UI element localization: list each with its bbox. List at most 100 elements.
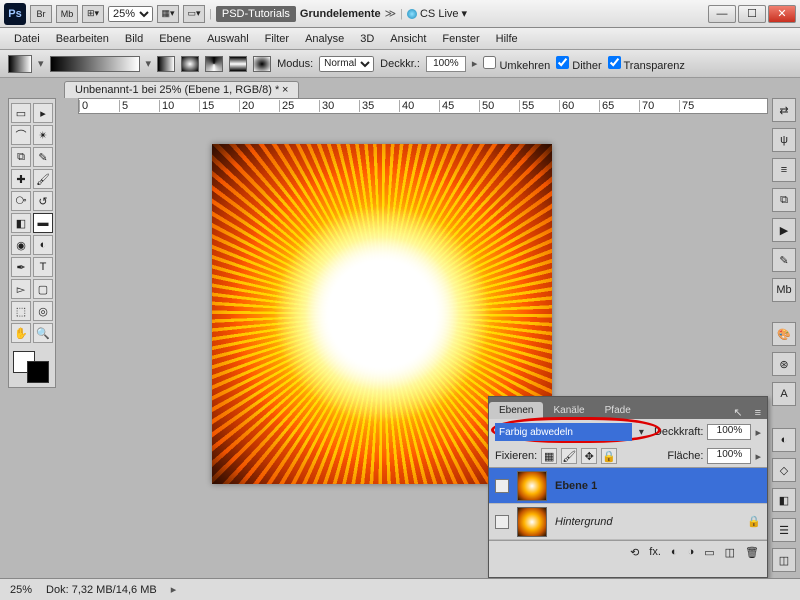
blendmode-select[interactable]: Normal (319, 56, 374, 72)
gradient-linear-icon[interactable] (157, 56, 175, 72)
status-zoom[interactable]: 25% (10, 584, 32, 596)
gradient-reflected-icon[interactable] (229, 56, 247, 72)
panel-icon-swatches[interactable]: ⊛ (772, 352, 796, 376)
minimize-button[interactable]: — (708, 5, 736, 23)
type-tool[interactable]: T (33, 257, 53, 277)
menu-ebene[interactable]: Ebene (151, 30, 199, 48)
minibridge-button[interactable]: Mb (56, 5, 78, 23)
menu-bild[interactable]: Bild (117, 30, 151, 48)
wand-tool[interactable]: ✴ (33, 125, 53, 145)
cslive-button[interactable]: CS Live ▾ (407, 7, 467, 20)
layer-row-ebene1[interactable]: Ebene 1 (489, 468, 767, 504)
panel-icon-minibridge[interactable]: Mb (772, 278, 796, 302)
flache-input[interactable]: 100% (707, 448, 751, 464)
menu-hilfe[interactable]: Hilfe (488, 30, 526, 48)
layer-blendmode-select[interactable]: Farbig abwedeln (495, 423, 632, 441)
chevron-right-icon[interactable]: ≫ (385, 7, 397, 20)
document-tab[interactable]: Unbenannt-1 bei 25% (Ebene 1, RGB/8) * × (64, 81, 299, 98)
panel-icon-brush[interactable]: ψ (772, 128, 796, 152)
panel-menu-icon[interactable]: ≡ (749, 407, 767, 419)
umkehren-check[interactable]: Umkehren (483, 56, 550, 72)
screenmode-button[interactable]: ▭▾ (183, 5, 205, 23)
background-color[interactable] (27, 361, 49, 383)
visibility-icon[interactable] (495, 515, 509, 529)
close-button[interactable]: ✕ (768, 5, 796, 23)
opacity-input[interactable] (426, 56, 466, 72)
tab-kanale[interactable]: Kanäle (543, 402, 594, 419)
lock-pixels-icon[interactable]: ▦ (541, 448, 557, 464)
path-tool[interactable]: ▻ (11, 279, 31, 299)
layer-row-hintergrund[interactable]: Hintergrund 🔒 (489, 504, 767, 540)
layer-name[interactable]: Ebene 1 (555, 480, 597, 492)
menu-auswahl[interactable]: Auswahl (199, 30, 257, 48)
fx-icon[interactable]: fx. (649, 546, 661, 558)
link-icon[interactable]: ⟲ (630, 546, 639, 559)
marquee-tool[interactable]: ▭ (11, 103, 31, 123)
gradient-diamond-icon[interactable] (253, 56, 271, 72)
lock-move-icon[interactable]: ✥ (581, 448, 597, 464)
adjustment-icon[interactable]: ◑ (688, 546, 695, 558)
3d-tool[interactable]: ⬚ (11, 301, 31, 321)
gradient-preview[interactable] (8, 55, 32, 73)
menu-bearbeiten[interactable]: Bearbeiten (48, 30, 117, 48)
panel-icon-paths[interactable]: ◫ (772, 548, 796, 572)
color-swatches[interactable] (11, 351, 53, 383)
lasso-tool[interactable]: ⌒ (11, 125, 31, 145)
pen-tool[interactable]: ✒ (11, 257, 31, 277)
panel-icon-masks[interactable]: ◇ (772, 458, 796, 482)
deckkraft-input[interactable]: 100% (707, 424, 751, 440)
panel-icon-layers[interactable]: ◧ (772, 488, 796, 512)
panel-icon-nav[interactable]: ⧉ (772, 188, 796, 212)
trash-icon[interactable]: 🗑 (745, 546, 759, 559)
crop-tool[interactable]: ⧉ (11, 147, 31, 167)
panel-icon-clone[interactable]: ≡ (772, 158, 796, 182)
brush-tool[interactable]: 🖌 (33, 169, 53, 189)
menu-3d[interactable]: 3D (352, 30, 382, 48)
layer-thumbnail[interactable] (517, 507, 547, 537)
menu-datei[interactable]: Datei (6, 30, 48, 48)
stamp-tool[interactable]: ⧂ (11, 191, 31, 211)
move-tool[interactable]: ▸ (33, 103, 53, 123)
3d-camera-tool[interactable]: ◎ (33, 301, 53, 321)
zoom-tool[interactable]: 🔍 (33, 323, 53, 343)
shape-tool[interactable]: ▢ (33, 279, 53, 299)
panel-icon-styles[interactable]: A (772, 382, 796, 406)
gradient-radial-icon[interactable] (181, 56, 199, 72)
history-brush-tool[interactable]: ↺ (33, 191, 53, 211)
blur-tool[interactable]: ◉ (11, 235, 31, 255)
panel-icon-channels[interactable]: ☰ (772, 518, 796, 542)
tab-ebenen[interactable]: Ebenen (489, 402, 543, 419)
menu-fenster[interactable]: Fenster (434, 30, 487, 48)
gradient-angle-icon[interactable] (205, 56, 223, 72)
zoom-select[interactable]: 25% (108, 6, 153, 22)
tab-pfade[interactable]: Pfade (595, 402, 641, 419)
status-menu-icon[interactable]: ▸ (171, 583, 177, 596)
heal-tool[interactable]: ✚ (11, 169, 31, 189)
eraser-tool[interactable]: ◧ (11, 213, 31, 233)
new-layer-icon[interactable]: ◫ (725, 546, 735, 559)
panel-icon-actions[interactable]: ▶ (772, 218, 796, 242)
panel-icon-presets[interactable]: ✎ (772, 248, 796, 272)
panel-icon-adjust[interactable]: ◐ (772, 428, 796, 452)
maximize-button[interactable]: ☐ (738, 5, 766, 23)
lock-all-icon[interactable]: 🔒 (601, 448, 617, 464)
gradient-picker[interactable] (50, 56, 140, 72)
layer-name[interactable]: Hintergrund (555, 516, 612, 528)
menu-ansicht[interactable]: Ansicht (382, 30, 434, 48)
gradient-tool[interactable]: ▬ (33, 213, 53, 233)
dodge-tool[interactable]: ◐ (33, 235, 53, 255)
mask-icon[interactable]: ◐ (671, 546, 678, 558)
transparenz-check[interactable]: Transparenz (608, 56, 685, 72)
breadcrumb-doc[interactable]: Grundelemente (300, 8, 381, 20)
breadcrumb-tutorials[interactable]: PSD-Tutorials (216, 6, 296, 22)
arrange-button[interactable]: ▦▾ (157, 5, 179, 23)
panel-icon-history[interactable]: ⇄ (772, 98, 796, 122)
hand-tool[interactable]: ✋ (11, 323, 31, 343)
close-tab-icon[interactable]: × (282, 84, 288, 96)
eyedropper-tool[interactable]: ✎ (33, 147, 53, 167)
lock-paint-icon[interactable]: 🖌 (561, 448, 577, 464)
panel-icon-color[interactable]: 🎨 (772, 322, 796, 346)
dither-check[interactable]: Dither (556, 56, 601, 72)
status-docsize[interactable]: Dok: 7,32 MB/14,6 MB (46, 584, 157, 596)
layer-thumbnail[interactable] (517, 471, 547, 501)
